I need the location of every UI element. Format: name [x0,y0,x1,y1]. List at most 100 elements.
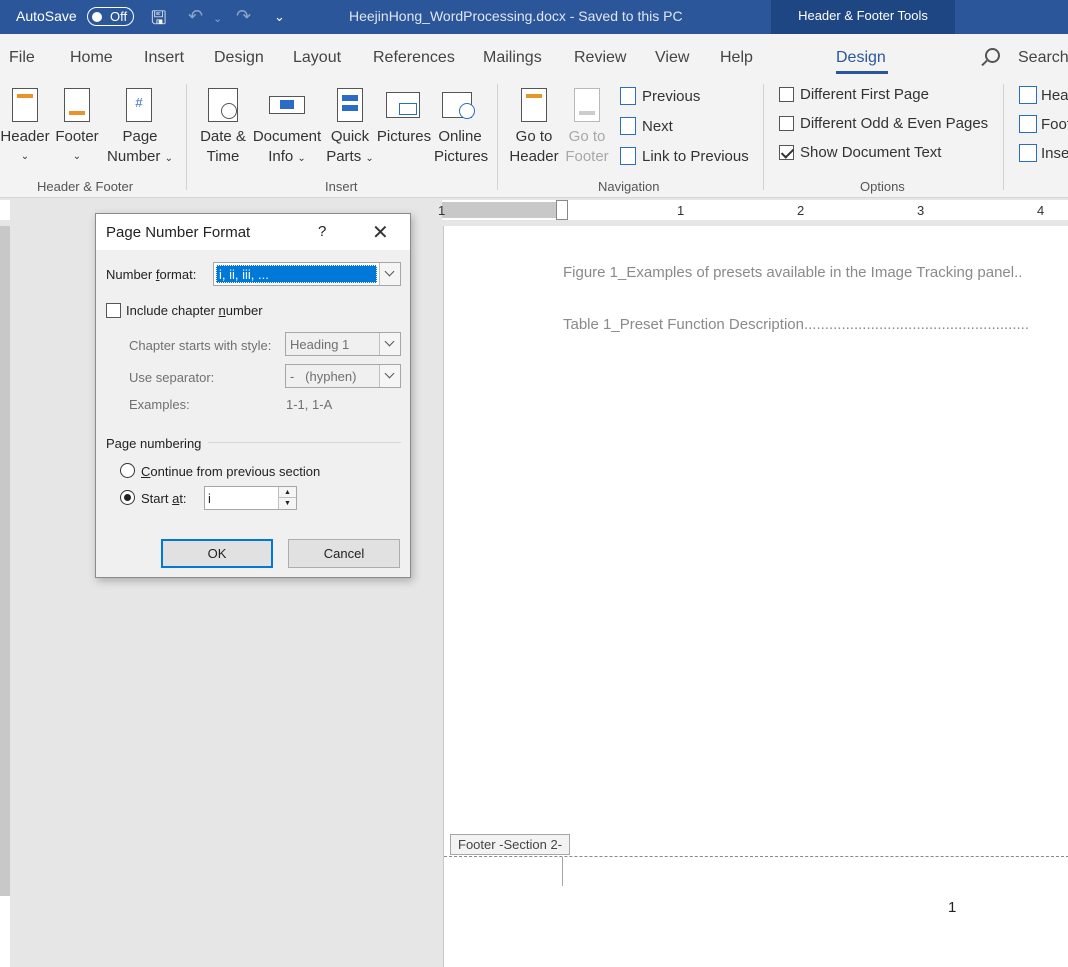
quick-parts-button[interactable]: Quick Parts ⌄ [326,84,374,174]
ruler-number: 1 [677,203,685,218]
parts-label: Parts ⌄ [326,148,374,165]
footer-boundary [444,856,1068,857]
search-box[interactable]: Search [1018,49,1068,67]
number-label: Number ⌄ [107,148,173,165]
tab-insert[interactable]: Insert [144,49,184,67]
autosave-toggle[interactable]: Off [87,7,134,26]
spin-down-icon[interactable]: ▼ [278,498,296,509]
footer-label: Footer [565,148,609,165]
start-at-input[interactable]: i ▲ ▼ [204,486,297,510]
insert-alignment-tab-button[interactable]: Inse [1041,145,1068,162]
chapter-style-select[interactable]: Heading 1 [285,332,401,356]
group-divider [1003,84,1004,190]
page-number-icon: # [126,88,152,122]
spin-up-icon[interactable]: ▲ [278,487,296,498]
info-label: Info ⌄ [268,148,306,165]
next-icon [620,117,636,135]
previous-button[interactable]: Previous [642,88,700,105]
continue-from-previous-radio[interactable] [120,463,135,478]
header-icon [12,88,38,122]
link-to-previous-button[interactable]: Link to Previous [642,148,749,165]
title-bar: AutoSave Off 🖫 ↶ ⌄ ↷ ⌄ HeejinHong_WordPr… [0,0,1068,34]
next-button[interactable]: Next [642,118,673,135]
ok-button[interactable]: OK [161,539,273,568]
go-to-footer-button[interactable]: Go to Footer [562,84,612,174]
ribbon-tabs: File Home Insert Design Layout Reference… [0,34,1068,76]
close-icon[interactable]: ✕ [372,220,389,245]
tab-file[interactable]: File [9,49,35,67]
indent-marker[interactable] [556,200,568,220]
online-pictures-button[interactable]: Online Pictures [434,84,489,174]
number-format-select[interactable]: i, ii, iii, ... [213,262,401,286]
start-at-value: i [208,491,211,506]
search-icon[interactable] [985,48,1000,63]
footer-button[interactable]: Footer ⌄ [52,84,102,174]
chevron-down-icon[interactable] [379,365,400,387]
footer-margin-mark [562,857,563,886]
tab-view[interactable]: View [655,49,689,67]
cancel-button[interactable]: Cancel [288,539,400,568]
header-position-button[interactable]: Hea [1041,87,1068,104]
previous-icon [620,87,636,105]
time-label: Time [206,148,240,165]
chevron-down-icon: ⌄ [297,153,306,164]
pictures-button[interactable]: Pictures [376,84,432,174]
different-odd-even-checkbox[interactable] [779,116,794,131]
save-icon[interactable]: 🖫 [151,6,166,36]
chevron-down-icon[interactable] [379,263,400,285]
go-to-header-icon [521,88,547,122]
separator-select[interactable]: - (hyphen) [285,364,401,388]
tab-home[interactable]: Home [70,49,113,67]
footer-icon [64,88,90,122]
date-time-button[interactable]: Date & Time [196,84,250,174]
tab-help[interactable]: Help [720,49,753,67]
different-first-page-label: Different First Page [800,86,929,103]
group-label-header-footer: Header & Footer [37,179,134,194]
undo-icon[interactable]: ↶ [188,6,203,27]
tab-design-header-footer[interactable]: Design [836,49,886,67]
header-button[interactable]: Header ⌄ [0,84,50,174]
include-chapter-number-checkbox[interactable] [106,303,121,318]
page-number-button[interactable]: # Page Number ⌄ [104,84,176,174]
insert-alignment-tab-icon [1019,144,1037,162]
page-label: Page [122,128,158,145]
header-footer-tools-tab: Header & Footer Tools [771,0,955,34]
ruler-number: 4 [1037,203,1045,218]
start-at-radio[interactable] [120,490,135,505]
chevron-down-icon: ⌄ [365,153,374,164]
go-to-footer-icon [574,88,600,122]
group-label-navigation: Navigation [598,179,660,194]
customize-toolbar-icon[interactable]: ⌄ [274,9,285,25]
chevron-down-icon: ⌄ [72,151,82,162]
toc-entry[interactable]: Table 1_Preset Function Description.....… [563,316,1029,333]
header-label: Header [509,148,559,165]
show-document-text-checkbox[interactable] [779,145,794,160]
tab-references[interactable]: References [373,49,455,67]
online-pictures-label: Pictures [434,148,489,165]
different-first-page-checkbox[interactable] [779,87,794,102]
go-to-header-button[interactable]: Go to Header [507,84,561,174]
footer-position-button[interactable]: Foot [1041,116,1068,133]
chevron-down-icon: ⌄ [164,153,173,164]
help-button[interactable]: ? [318,223,326,240]
tab-layout[interactable]: Layout [293,49,341,67]
tab-mailings[interactable]: Mailings [483,49,542,67]
undo-dropdown-icon[interactable]: ⌄ [213,12,222,25]
group-divider [186,84,187,190]
toggle-knob [92,12,102,22]
chapter-style-label: Chapter starts with style: [129,338,272,353]
document-page[interactable]: Figure 1_Examples of presets available i… [443,226,1068,967]
chevron-down-icon[interactable] [379,333,400,355]
redo-icon[interactable]: ↷ [236,6,251,27]
vertical-ruler-margin [0,896,10,967]
tab-review[interactable]: Review [574,49,626,67]
footer-page-number[interactable]: 1 [948,899,956,916]
go-to-label: Go to [515,128,553,145]
number-format-label: Number format: [106,267,197,282]
toc-entry[interactable]: Figure 1_Examples of presets available i… [563,264,1022,281]
autosave-state: Off [110,9,128,24]
number-format-selection: i, ii, iii, ... [216,265,377,283]
chevron-down-icon: ⌄ [20,151,30,162]
document-info-button[interactable]: Document Info ⌄ [251,84,323,174]
tab-design[interactable]: Design [214,49,264,67]
